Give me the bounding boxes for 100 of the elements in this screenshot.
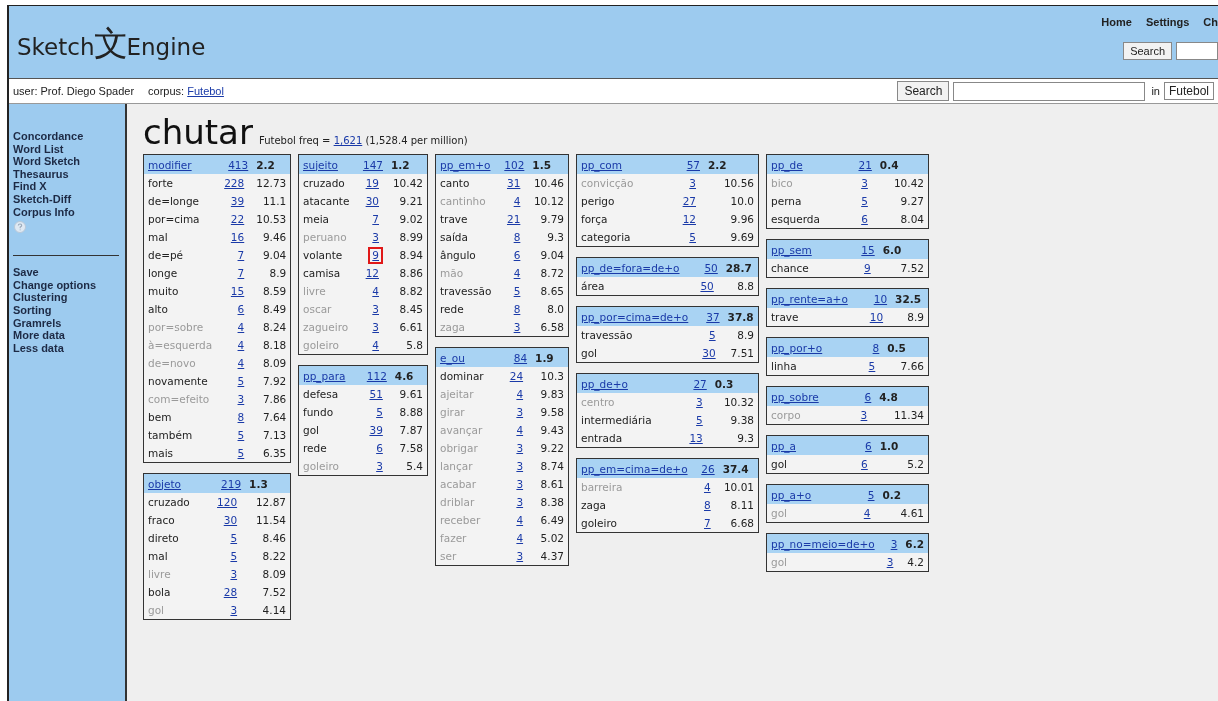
sidebar-link[interactable]: Save bbox=[13, 266, 125, 279]
count-link[interactable]: 50 bbox=[696, 277, 718, 295]
sidebar-link[interactable]: Concordance bbox=[13, 130, 125, 143]
count-link[interactable]: 3 bbox=[512, 403, 528, 421]
sidebar-link[interactable]: Sorting bbox=[13, 303, 125, 317]
count-link[interactable]: 3 bbox=[692, 393, 707, 411]
count-link[interactable]: 4 bbox=[512, 385, 528, 403]
count-link[interactable]: 27 bbox=[678, 192, 700, 210]
count-link[interactable]: 4 bbox=[700, 478, 715, 496]
sidebar-link[interactable]: Corpus Info bbox=[13, 205, 125, 219]
count-link[interactable]: 3 bbox=[509, 318, 525, 336]
count-link[interactable]: 3 bbox=[233, 390, 249, 408]
count-link[interactable]: 7 bbox=[368, 210, 383, 228]
sidebar-link[interactable]: Word Sketch bbox=[13, 155, 125, 168]
count-link[interactable]: 4 bbox=[368, 336, 383, 354]
count-link[interactable]: 3 bbox=[512, 439, 528, 457]
count-link[interactable]: 30 bbox=[219, 511, 242, 529]
count-link[interactable]: 5 bbox=[685, 228, 700, 246]
count-link[interactable]: 3 bbox=[372, 457, 387, 475]
sidebar-link[interactable]: More data bbox=[13, 329, 125, 342]
count-link[interactable]: 30 bbox=[361, 192, 383, 210]
count-link[interactable]: 12 bbox=[361, 264, 383, 282]
count-link[interactable]: 3 bbox=[856, 406, 872, 424]
count-link[interactable]: 5 bbox=[864, 357, 880, 375]
count-link[interactable]: 5 bbox=[233, 426, 249, 444]
sidebar-link[interactable]: Change options bbox=[13, 278, 125, 292]
search-button[interactable]: Search bbox=[1123, 42, 1172, 60]
count-link[interactable]: 3 bbox=[882, 553, 898, 571]
count-link[interactable]: 6 bbox=[864, 390, 872, 403]
count-link[interactable]: 5 bbox=[857, 192, 872, 210]
count-link[interactable]: 4 bbox=[233, 318, 249, 336]
count-link[interactable]: 3 bbox=[512, 493, 528, 511]
count-link[interactable]: 4 bbox=[233, 354, 249, 372]
search-field[interactable] bbox=[953, 81, 1146, 101]
count-link[interactable]: 3 bbox=[368, 318, 383, 336]
sidebar-link[interactable]: Thesaurus bbox=[13, 167, 125, 181]
count-link[interactable]: 8 bbox=[700, 496, 715, 514]
sidebar-link[interactable]: Word List bbox=[13, 142, 125, 156]
corpus-link[interactable]: Futebol bbox=[187, 85, 224, 97]
count-link[interactable]: 24 bbox=[505, 367, 528, 385]
count-link[interactable]: 22 bbox=[226, 210, 249, 228]
count-link[interactable]: 16 bbox=[226, 228, 249, 246]
count-link[interactable]: 4 bbox=[509, 192, 525, 210]
sidebar-link[interactable]: Sketch-Diff bbox=[13, 192, 125, 206]
count-link[interactable]: 39 bbox=[226, 192, 249, 210]
count-link[interactable]: 3 bbox=[512, 457, 528, 475]
count-link[interactable]: 6 bbox=[509, 246, 525, 264]
count-link[interactable]: 5 bbox=[226, 529, 242, 547]
count-link[interactable]: 8 bbox=[872, 341, 880, 354]
count-link[interactable]: 7 bbox=[700, 514, 715, 532]
count-link[interactable]: 6 bbox=[233, 300, 249, 318]
count-link[interactable]: 10 bbox=[865, 308, 888, 326]
count-link[interactable]: 4 bbox=[509, 264, 525, 282]
search-field[interactable] bbox=[1176, 42, 1218, 60]
count-link[interactable]: 8 bbox=[509, 300, 525, 318]
count-link[interactable]: 21 bbox=[502, 210, 525, 228]
count-link[interactable]: 5 bbox=[704, 326, 720, 344]
count-link[interactable]: 7 bbox=[233, 246, 249, 264]
count-link[interactable]: 3 bbox=[226, 565, 242, 583]
count-link[interactable]: 3 bbox=[857, 174, 872, 192]
nav-link[interactable]: Settings bbox=[1145, 16, 1190, 28]
count-link[interactable]: 5 bbox=[233, 444, 249, 462]
count-link[interactable]: 5 bbox=[226, 547, 242, 565]
sidebar-link[interactable]: Less data bbox=[13, 341, 125, 355]
count-link[interactable]: 30 bbox=[698, 344, 720, 362]
corpus-select[interactable]: Futebol bbox=[1163, 82, 1214, 100]
count-link[interactable]: 9 bbox=[860, 259, 875, 277]
sidebar-link[interactable]: Find X bbox=[13, 180, 125, 193]
count-link[interactable]: 4 bbox=[512, 511, 528, 529]
count-link[interactable]: 31 bbox=[502, 174, 525, 192]
count-link[interactable]: 6 bbox=[857, 455, 872, 473]
count-link[interactable]: 5 bbox=[509, 282, 525, 300]
count-link[interactable]: 4 bbox=[512, 529, 528, 547]
count-link[interactable]: 3 bbox=[368, 228, 383, 246]
count-link[interactable]: 3 bbox=[512, 475, 528, 493]
frequency-link[interactable]: 1,621 bbox=[333, 135, 363, 146]
nav-link[interactable]: Ch bbox=[1203, 16, 1218, 28]
count-link[interactable]: 8 bbox=[509, 228, 525, 246]
count-link[interactable]: 4 bbox=[233, 336, 249, 354]
count-link[interactable]: 3 bbox=[368, 300, 383, 318]
count-link[interactable]: 5 bbox=[867, 488, 875, 501]
nav-link[interactable]: Home bbox=[1101, 16, 1132, 28]
count-link[interactable]: 8 bbox=[233, 408, 249, 426]
count-link[interactable]: 6 bbox=[372, 439, 387, 457]
count-link[interactable]: 4 bbox=[859, 504, 875, 522]
count-link[interactable]: 9 bbox=[368, 246, 383, 264]
count-link[interactable]: 3 bbox=[512, 547, 528, 565]
count-link[interactable]: 6 bbox=[857, 210, 872, 228]
count-link[interactable]: 4 bbox=[368, 282, 383, 300]
count-link[interactable]: 3 bbox=[685, 174, 700, 192]
count-link[interactable]: 19 bbox=[361, 174, 383, 192]
count-link[interactable]: 12 bbox=[678, 210, 700, 228]
count-link[interactable]: 28 bbox=[219, 583, 242, 601]
sidebar-link[interactable]: Gramrels bbox=[13, 316, 125, 330]
sidebar-link[interactable]: Clustering bbox=[13, 291, 125, 304]
count-link[interactable]: 4 bbox=[512, 421, 528, 439]
count-link[interactable]: 5 bbox=[372, 403, 387, 421]
count-link[interactable]: 51 bbox=[365, 385, 387, 403]
count-link[interactable]: 13 bbox=[685, 429, 707, 447]
count-link[interactable]: 5 bbox=[233, 372, 249, 390]
